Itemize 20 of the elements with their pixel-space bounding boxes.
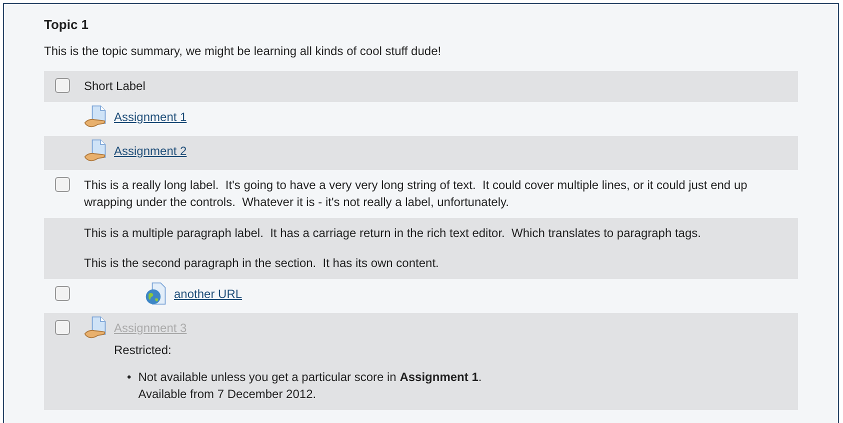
label-text: This is a multiple paragraph label. It has a carriage return in the rich text editor. Which translates to paragraph tags. (84, 225, 702, 242)
activity-link[interactable]: another URL (174, 286, 242, 302)
checkbox[interactable] (55, 286, 70, 301)
document-globe-icon (144, 282, 168, 306)
document-hand-icon (84, 139, 108, 163)
label-text: This is a really long label. It's going to have a very very long string of text. It could cover multiple lines, or it could just end up wrapping under the controls. Whatever it is - it's not really a label, unfortunately. (84, 177, 748, 211)
restriction-item: Not available unless you get a particular score in Assignment 1. Available from 7 December 2012. (138, 369, 482, 403)
document-hand-icon (84, 316, 108, 340)
checkbox[interactable] (55, 78, 70, 93)
bullet: • (127, 369, 132, 386)
section-title: Topic 1 (44, 17, 90, 32)
activity-link[interactable]: Assignment 1 (114, 108, 187, 126)
label-text: This is the second paragraph in the section. It has its own content. (84, 255, 440, 272)
checkbox[interactable] (55, 320, 70, 335)
section-summary: This is the topic summary, we might be learning all kinds of cool stuff dude! (44, 44, 442, 58)
activity-link[interactable]: Assignment 2 (114, 142, 187, 160)
restriction-label: Restricted: (114, 342, 172, 359)
document-hand-icon (84, 105, 108, 129)
checkbox[interactable] (55, 177, 70, 192)
label-text: Short Label (84, 78, 146, 95)
